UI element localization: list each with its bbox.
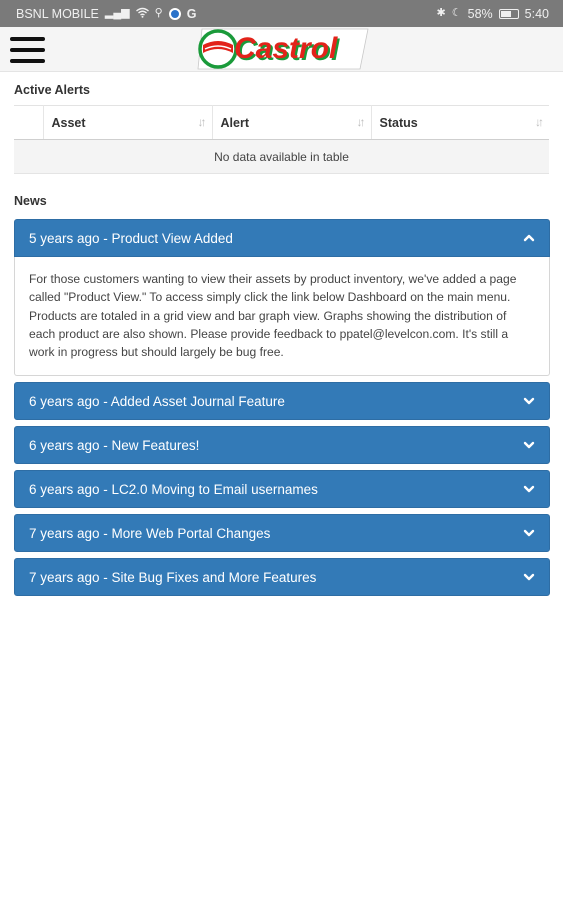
chevron-down-icon[interactable] xyxy=(523,571,535,583)
column-header-status[interactable]: Status ↓↑ xyxy=(371,105,549,140)
chevron-up-icon[interactable] xyxy=(523,232,535,244)
sort-icon[interactable]: ↓↑ xyxy=(198,115,207,129)
column-header-asset[interactable]: Asset ↓↑ xyxy=(43,105,213,140)
menu-icon[interactable] xyxy=(10,37,45,63)
news-item-header[interactable]: 7 years ago - Site Bug Fixes and More Fe… xyxy=(14,558,550,597)
usb-icon: ⚲ xyxy=(154,7,163,19)
wifi-icon xyxy=(135,7,149,21)
news-item-title: 7 years ago - Site Bug Fixes and More Fe… xyxy=(29,569,317,585)
battery-percent: 58% xyxy=(467,6,493,21)
news-item-header[interactable]: 7 years ago - More Web Portal Changes xyxy=(14,514,550,553)
status-bar: BSNL MOBILE ▂▄▆ ⚲ G ✱ ☾ 58% 5:40 xyxy=(0,0,563,27)
bluetooth-icon: ✱ xyxy=(436,7,446,19)
app-header: Castrol Castrol xyxy=(0,27,563,72)
alerts-table: Asset ↓↑ Alert ↓↑ Status ↓↑ No data availab… xyxy=(14,105,549,174)
news-item-title: 6 years ago - New Features! xyxy=(29,437,200,453)
sort-icon[interactable]: ↓↑ xyxy=(357,115,366,129)
news-title: News xyxy=(14,194,47,208)
news-item-title: 7 years ago - More Web Portal Changes xyxy=(29,525,271,541)
active-alerts-title: Active Alerts xyxy=(14,83,90,97)
chevron-down-icon[interactable] xyxy=(523,395,535,407)
news-item: 7 years ago - More Web Portal Changes xyxy=(14,514,550,553)
sort-icon[interactable]: ↓↑ xyxy=(535,115,544,129)
news-item-header[interactable]: 5 years ago - Product View Added xyxy=(14,219,550,257)
news-item: 7 years ago - Site Bug Fixes and More Fe… xyxy=(14,558,550,597)
column-header-alert[interactable]: Alert ↓↑ xyxy=(212,105,372,140)
news-item: 6 years ago - LC2.0 Moving to Email user… xyxy=(14,470,550,509)
app-notification-icon xyxy=(168,7,181,20)
news-accordion: 5 years ago - Product View Added For tho… xyxy=(14,219,550,597)
chevron-down-icon[interactable] xyxy=(523,483,535,495)
empty-table-message: No data available in table xyxy=(14,139,549,174)
moon-icon: ☾ xyxy=(451,7,462,19)
battery-icon xyxy=(498,8,519,19)
news-item-title: 6 years ago - Added Asset Journal Featur… xyxy=(29,393,285,409)
news-item: 6 years ago - New Features! xyxy=(14,426,550,465)
logo-wordmark: Castrol xyxy=(234,32,338,65)
table-select-column xyxy=(14,105,44,140)
chevron-down-icon[interactable] xyxy=(523,439,535,451)
google-icon: G xyxy=(186,6,197,21)
news-item-body: For those customers wanting to view thei… xyxy=(14,257,550,377)
chevron-down-icon[interactable] xyxy=(523,527,535,539)
news-item: 6 years ago - Added Asset Journal Featur… xyxy=(14,382,550,421)
news-item-title: 5 years ago - Product View Added xyxy=(29,230,233,246)
clock: 5:40 xyxy=(524,6,549,21)
news-item-header[interactable]: 6 years ago - LC2.0 Moving to Email user… xyxy=(14,470,550,509)
news-item-header[interactable]: 6 years ago - New Features! xyxy=(14,426,550,465)
carrier-label: BSNL MOBILE xyxy=(16,6,99,21)
news-item: 5 years ago - Product View Added For tho… xyxy=(14,219,550,377)
news-item-title: 6 years ago - LC2.0 Moving to Email user… xyxy=(29,481,318,497)
signal-icon: ▂▄▆ xyxy=(104,7,130,19)
news-item-header[interactable]: 6 years ago - Added Asset Journal Featur… xyxy=(14,382,550,421)
castrol-logo[interactable]: Castrol Castrol xyxy=(194,28,370,70)
